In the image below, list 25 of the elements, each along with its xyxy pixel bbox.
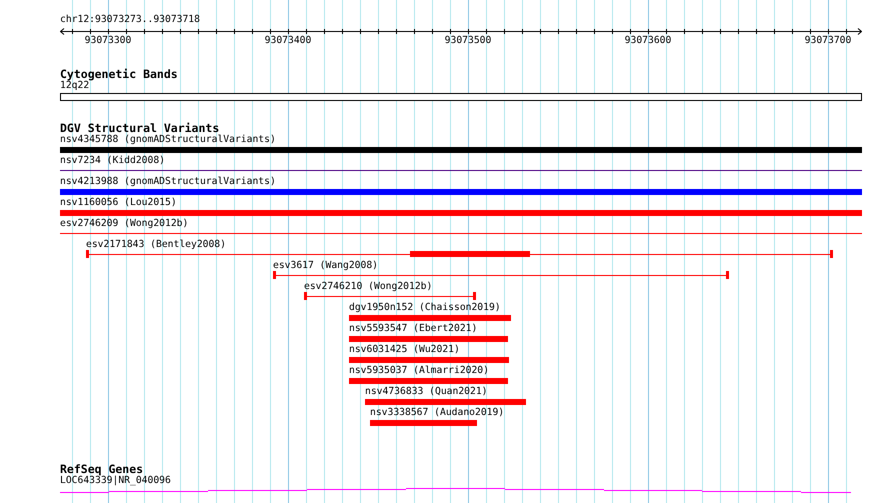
variant-label: nsv5593547 (Ebert2021) bbox=[349, 323, 478, 335]
variant-label: esv2746210 (Wong2012b) bbox=[304, 281, 432, 293]
variant-label: nsv6031425 (Wu2021) bbox=[349, 344, 460, 356]
variant-label: esv3617 (Wang2008) bbox=[273, 260, 378, 272]
band-label: 12q22 bbox=[60, 80, 90, 92]
variant-label: nsv4213988 (gnomADStructuralVariants) bbox=[60, 176, 276, 188]
location-label: chr12:93073273..93073718 bbox=[60, 14, 201, 26]
variant-label: nsv3338567 (Audano2019) bbox=[370, 407, 504, 419]
variant-label: esv2746209 (Wong2012b) bbox=[60, 218, 188, 230]
tick-label: 93073700 bbox=[804, 35, 852, 47]
variant-label: nsv7234 (Kidd2008) bbox=[60, 155, 165, 167]
tick-label: 93073300 bbox=[84, 35, 132, 47]
variant-label: dgv1950n152 (Chaisson2019) bbox=[349, 302, 501, 314]
track-title: RefSeq Genes bbox=[60, 463, 144, 475]
variant-label: nsv4345788 (gnomADStructuralVariants) bbox=[60, 134, 276, 146]
variant-label: nsv4736833 (Quan2021) bbox=[365, 386, 488, 398]
variant-label: nsv1160056 (Lou2015) bbox=[60, 197, 177, 209]
variant-label: esv2171843 (Bentley2008) bbox=[86, 239, 226, 251]
gene-label: LOC643339|NR_040096 bbox=[60, 475, 172, 487]
tick-label: 93073400 bbox=[264, 35, 312, 47]
variant-label: nsv5935037 (Almarri2020) bbox=[349, 365, 489, 377]
tick-label: 93073500 bbox=[444, 35, 492, 47]
track-title: Cytogenetic Bands bbox=[60, 68, 179, 80]
tick-label: 93073600 bbox=[624, 35, 672, 47]
track-title: DGV Structural Variants bbox=[60, 122, 220, 134]
